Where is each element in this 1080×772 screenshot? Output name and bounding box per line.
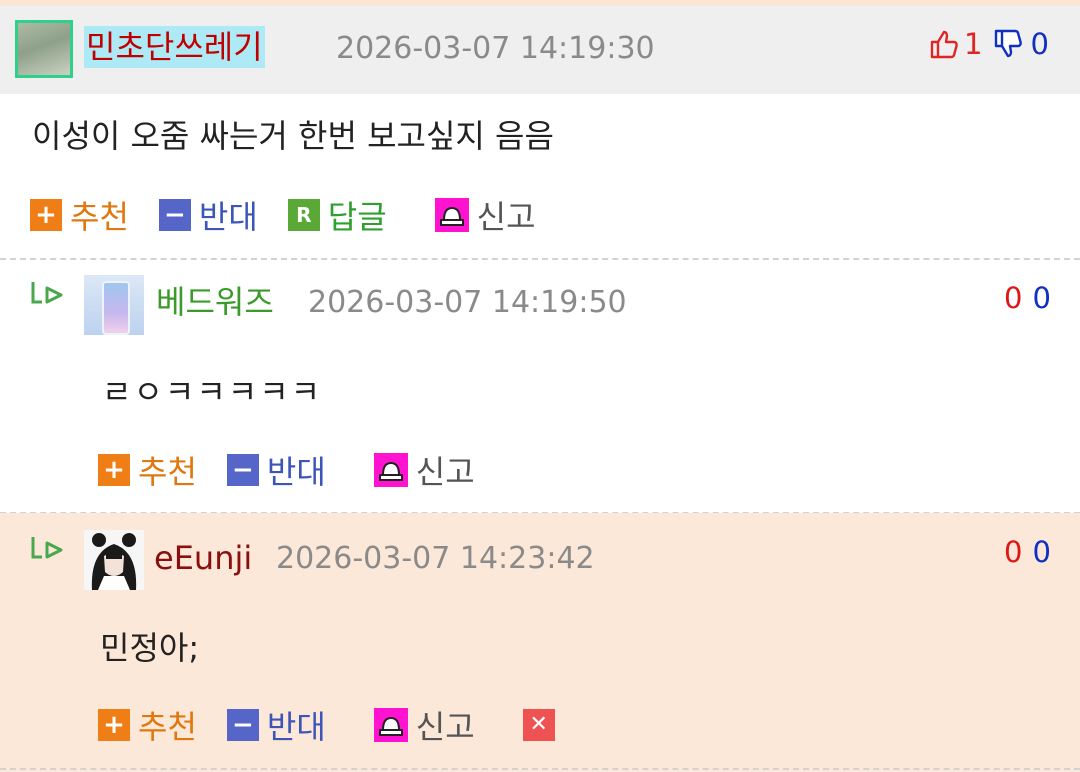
downvote-count: 0 xyxy=(1032,281,1051,315)
oppose-label: 반대 xyxy=(266,453,326,491)
reply-button[interactable]: R 답글 xyxy=(287,192,387,238)
upvote-count: 0 xyxy=(1004,535,1023,569)
report-button[interactable]: 신고 xyxy=(373,447,475,493)
report-label: 신고 xyxy=(415,708,475,746)
recommend-label: 추천 xyxy=(70,198,129,236)
thumbs-up-icon[interactable] xyxy=(928,28,960,60)
comment-actions: + 추천 − 반대 R 답글 신고 xyxy=(30,192,566,238)
reply-arrow-icon xyxy=(30,535,66,573)
thumbs-down-icon[interactable] xyxy=(992,28,1024,60)
plus-icon: + xyxy=(98,454,130,486)
oppose-button[interactable]: − 반대 xyxy=(158,192,258,238)
report-button[interactable]: 신고 xyxy=(373,702,475,748)
minus-icon: − xyxy=(226,454,259,486)
minus-icon: − xyxy=(158,199,191,231)
upvote-count: 0 xyxy=(1004,281,1023,315)
recommend-button[interactable]: + 추천 xyxy=(98,702,197,748)
recommend-button[interactable]: + 추천 xyxy=(30,192,129,238)
comment-author[interactable]: 민초단쓰레기 xyxy=(84,26,265,68)
comment-timestamp: 2026-03-07 14:19:50 xyxy=(308,285,627,320)
avatar[interactable] xyxy=(84,530,144,590)
oppose-label: 반대 xyxy=(198,198,258,236)
vote-counts: 1 0 xyxy=(928,24,1049,64)
plus-icon: + xyxy=(98,709,130,741)
comment-text: ㄹㅇㅋㅋㅋㅋㅋ xyxy=(102,373,323,411)
vote-counts: 00 xyxy=(1004,278,1051,318)
report-button[interactable]: 신고 xyxy=(434,192,536,238)
siren-icon xyxy=(373,708,408,742)
recommend-label: 추천 xyxy=(138,708,197,746)
downvote-count: 0 xyxy=(1030,27,1049,61)
oppose-button[interactable]: − 반대 xyxy=(226,702,326,748)
siren-icon xyxy=(434,198,469,232)
comment-timestamp: 2026-03-07 14:19:30 xyxy=(336,31,655,66)
avatar-image xyxy=(102,281,130,335)
upvote-count: 1 xyxy=(964,27,983,61)
oppose-label: 반대 xyxy=(266,708,326,746)
comment-timestamp: 2026-03-07 14:23:42 xyxy=(276,541,595,576)
downvote-count: 0 xyxy=(1032,535,1051,569)
plus-icon: + xyxy=(30,199,62,231)
comment-divider xyxy=(0,258,1080,260)
reply-arrow-icon xyxy=(30,280,66,318)
minus-icon: − xyxy=(226,709,259,741)
recommend-button[interactable]: + 추천 xyxy=(98,447,197,493)
avatar[interactable] xyxy=(15,20,73,78)
siren-icon xyxy=(373,453,408,487)
report-label: 신고 xyxy=(476,198,536,236)
comment-author[interactable]: 베드워즈 xyxy=(156,280,274,324)
recommend-label: 추천 xyxy=(138,453,197,491)
comment-divider xyxy=(0,768,1080,770)
r-reply-icon: R xyxy=(287,199,320,231)
close-icon: ✕ xyxy=(522,709,555,741)
comment-text: 민정아; xyxy=(100,629,200,667)
vote-counts: 00 xyxy=(1004,532,1051,572)
comment-actions: + 추천 − 반대 신고 ✕ xyxy=(98,702,593,748)
oppose-button[interactable]: − 반대 xyxy=(226,447,326,493)
reply-label: 답글 xyxy=(327,198,387,236)
comment-author[interactable]: eEunji xyxy=(154,536,252,580)
report-label: 신고 xyxy=(415,453,475,491)
comment-actions: + 추천 − 반대 신고 xyxy=(98,447,505,493)
comment-text: 이성이 오줌 싸는거 한번 보고싶지 음음 xyxy=(32,117,554,155)
delete-button[interactable]: ✕ xyxy=(522,709,563,741)
